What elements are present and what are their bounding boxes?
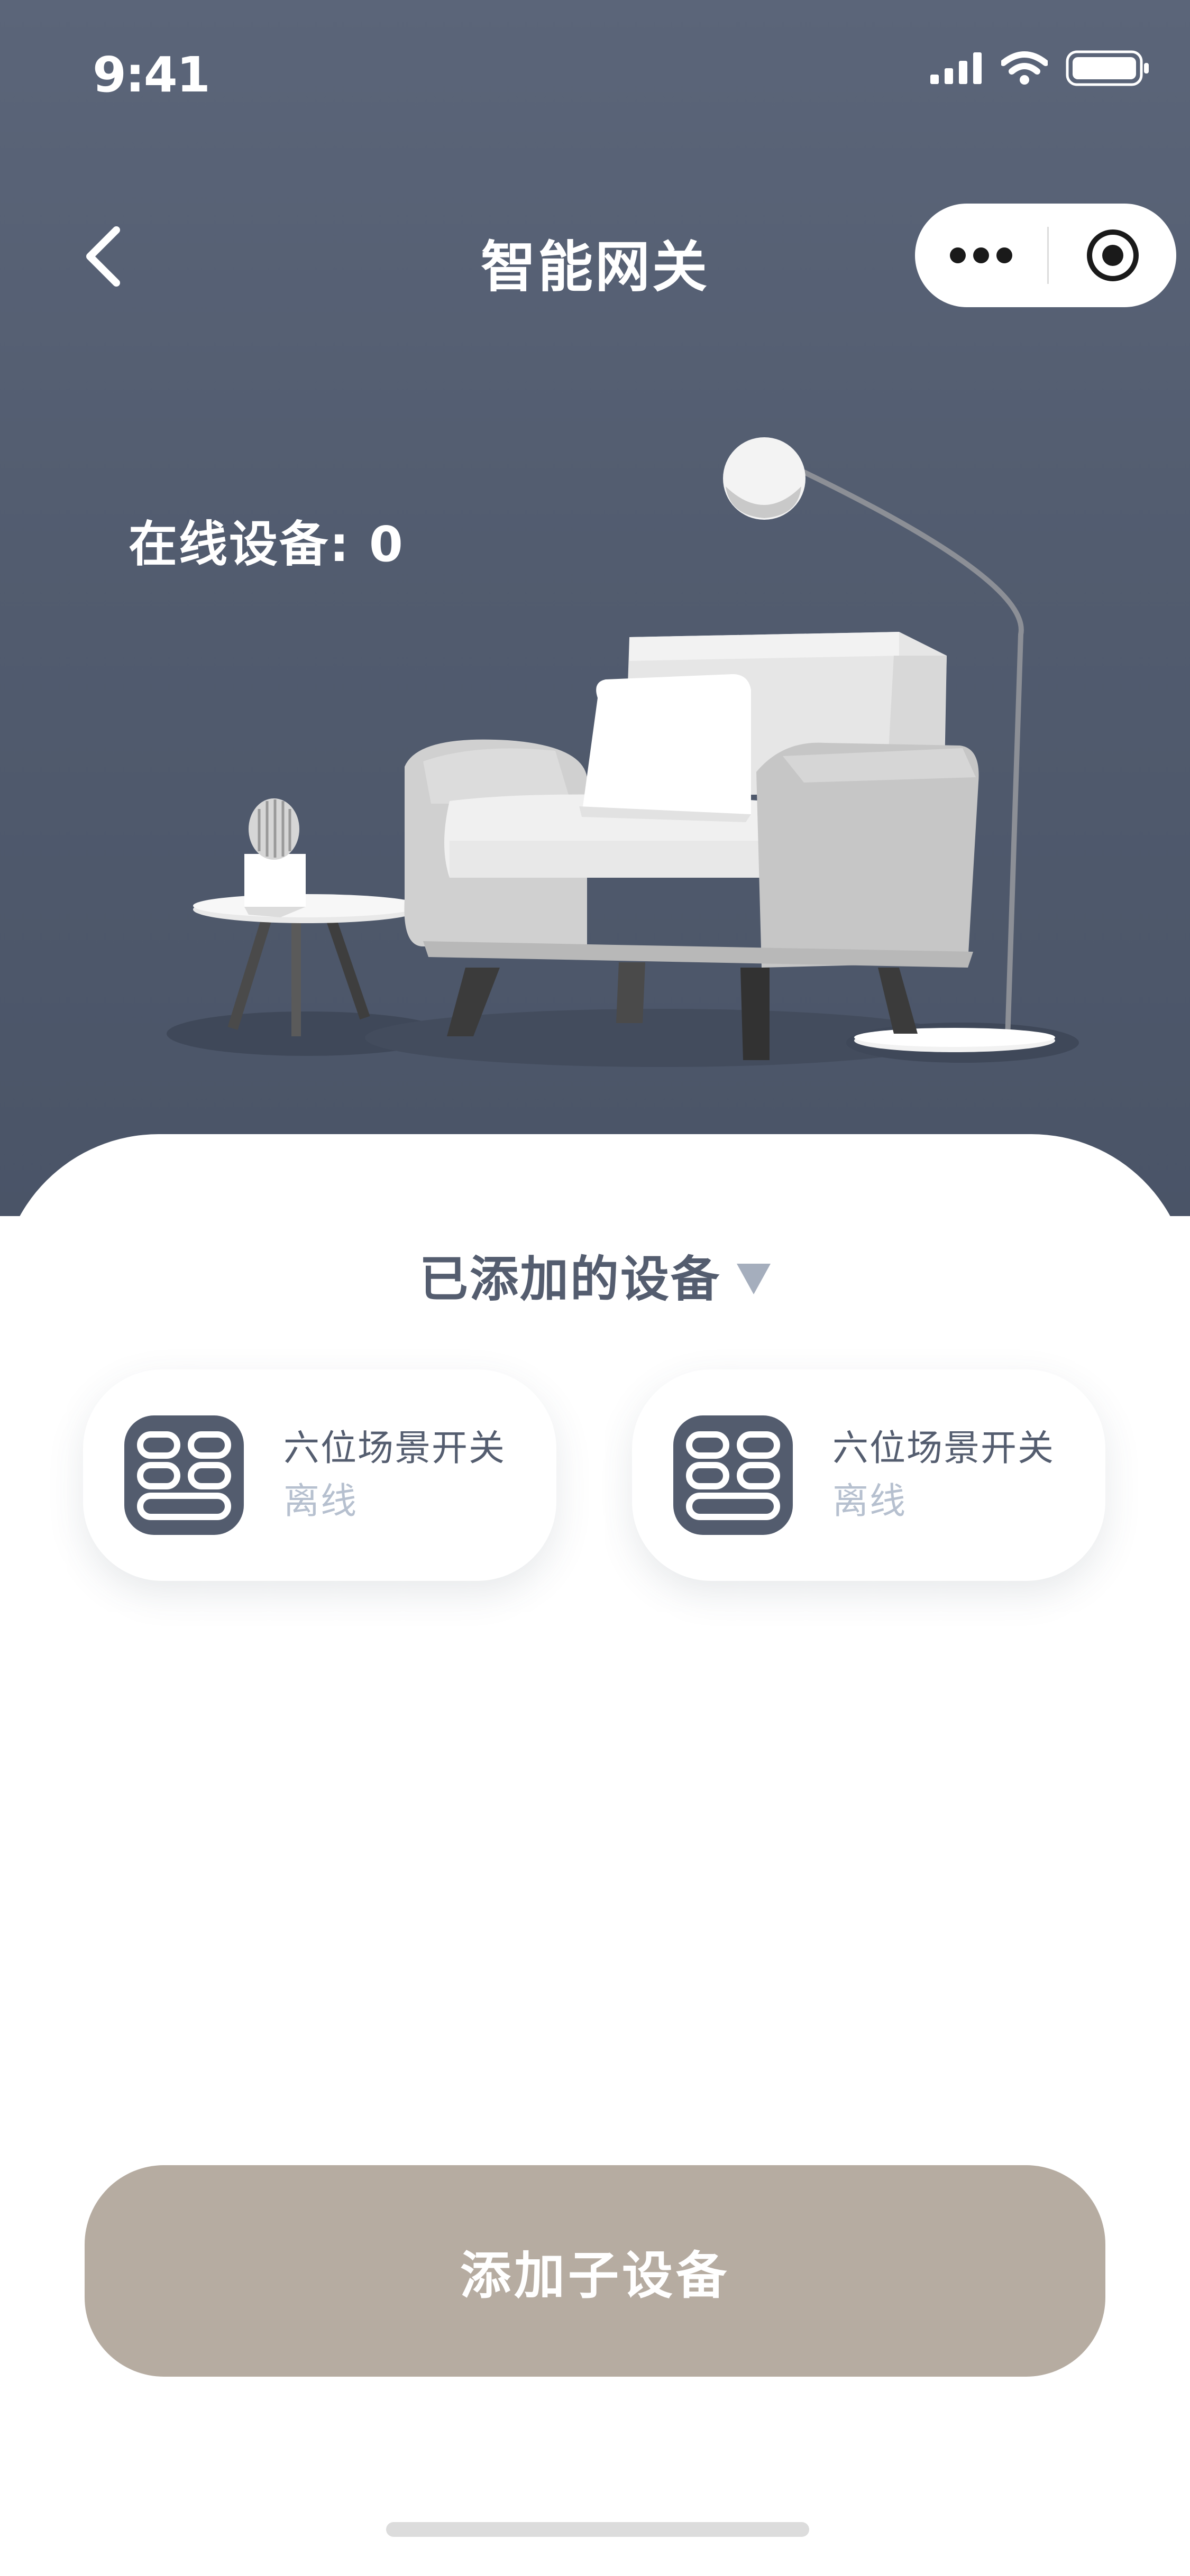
switch-key	[686, 1462, 729, 1489]
scene-switch-icon	[124, 1415, 244, 1535]
status-time: 9:41	[93, 47, 210, 103]
home-indicator	[386, 2522, 809, 2537]
device-status: 离线	[832, 1480, 907, 1522]
switch-bar	[686, 1493, 780, 1520]
more-dots-icon	[950, 247, 966, 263]
added-devices-toggle[interactable]: 已添加的设备	[0, 1240, 1190, 1310]
switch-bar	[137, 1493, 231, 1520]
more-dot	[996, 247, 1012, 263]
device-info: 六位场景开关 离线	[832, 1422, 1055, 1528]
section-title: 已添加的设备	[419, 1251, 721, 1308]
more-button[interactable]	[915, 204, 1047, 307]
device-name: 六位场景开关	[283, 1428, 506, 1469]
status-icons	[930, 50, 1150, 86]
device-status: 离线	[283, 1480, 358, 1522]
switch-key	[737, 1462, 780, 1489]
battery-icon	[1066, 50, 1149, 86]
device-card[interactable]: 六位场景开关 离线	[83, 1369, 556, 1581]
living-room-illustration	[167, 437, 1079, 1067]
side-table	[193, 798, 420, 1036]
device-card[interactable]: 六位场景开关 离线	[632, 1369, 1105, 1581]
menu-capsule	[915, 204, 1176, 307]
add-sub-device-button[interactable]: 添加子设备	[85, 2165, 1105, 2377]
armchair	[404, 632, 979, 1060]
device-name: 六位场景开关	[832, 1428, 1055, 1469]
more-dot	[973, 247, 989, 263]
close-button[interactable]	[1049, 204, 1176, 307]
signal-icon	[930, 52, 982, 84]
switch-key	[188, 1431, 231, 1459]
scene-switch-icon	[673, 1415, 793, 1535]
target-icon	[1086, 229, 1139, 281]
switch-key	[137, 1431, 180, 1459]
switch-key	[737, 1431, 780, 1459]
device-info: 六位场景开关 离线	[283, 1422, 506, 1528]
triangle-down-icon	[737, 1263, 771, 1294]
wifi-icon	[1001, 51, 1048, 85]
app-screen: 9:41 智能网关 在线设备: 0 已添加的设备 六位场景开关 离线 六位场景开…	[0, 0, 1190, 2576]
switch-key	[188, 1462, 231, 1489]
switch-key	[686, 1431, 729, 1459]
switch-key	[137, 1462, 180, 1489]
